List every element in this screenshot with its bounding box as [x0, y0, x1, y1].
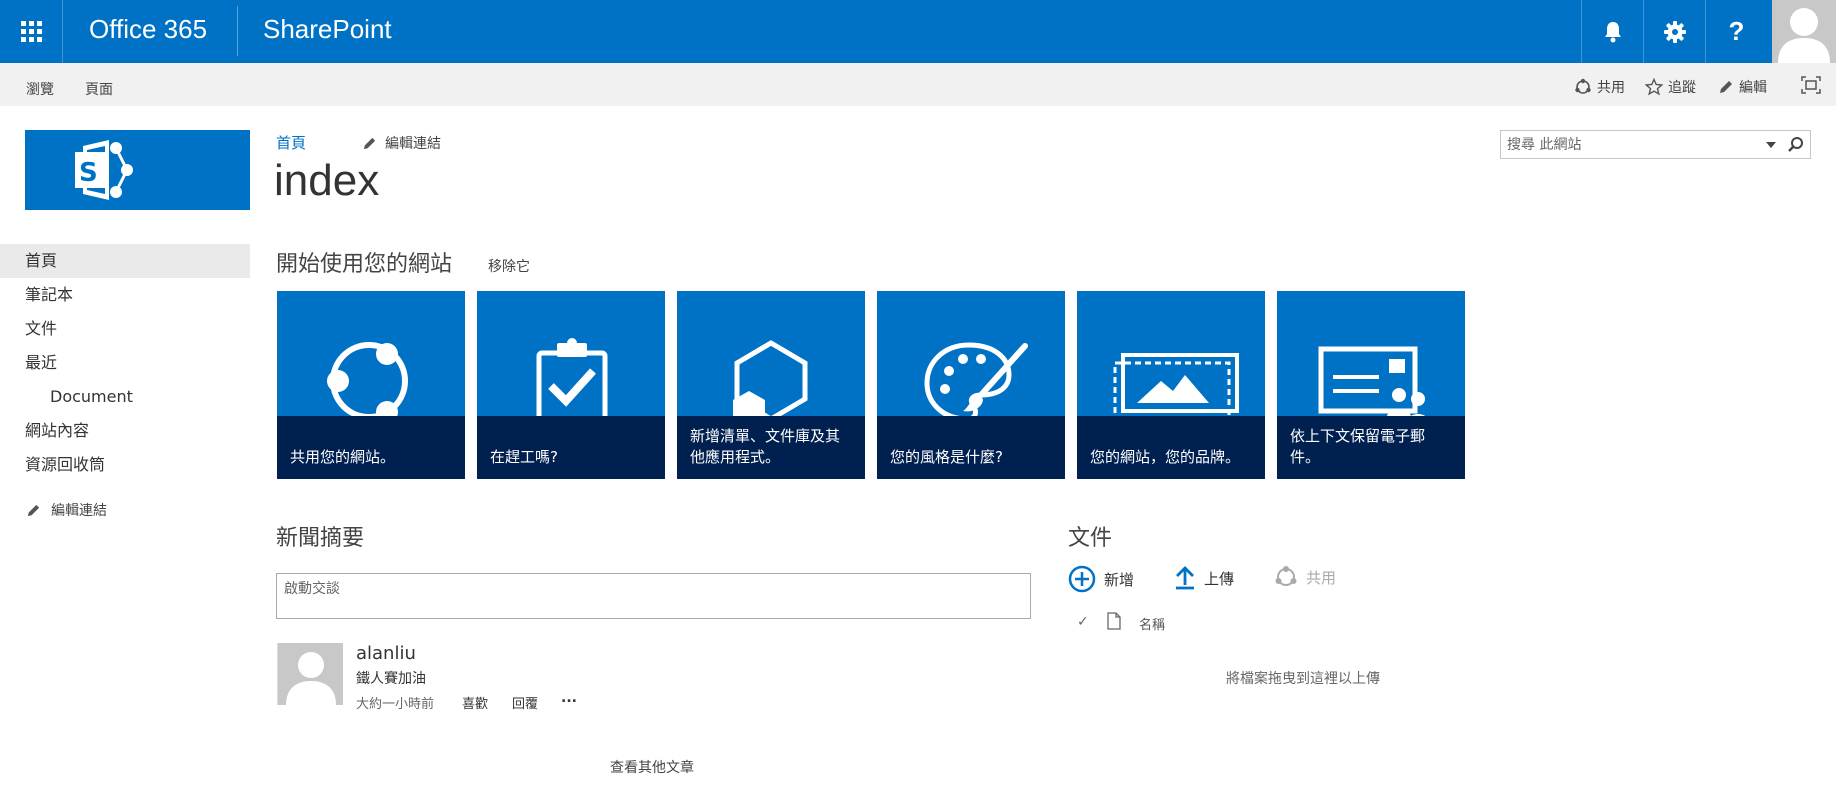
reply-link[interactable]: 回覆	[512, 693, 538, 712]
new-document-button[interactable]: 新增	[1068, 565, 1134, 593]
help-button[interactable]: ?	[1705, 0, 1767, 63]
suite-bar: Office 365 SharePoint ?	[0, 0, 1836, 63]
edit-page-button[interactable]: 編輯	[1718, 77, 1767, 97]
title-edit-links-label: 編輯連結	[385, 136, 441, 152]
column-header-name[interactable]: 名稱	[1139, 614, 1165, 633]
get-started-heading: 開始使用您的網站	[276, 252, 453, 277]
focus-icon	[1801, 76, 1821, 94]
upload-button[interactable]: 上傳	[1174, 565, 1234, 591]
share-document-button[interactable]: 共用	[1274, 565, 1336, 589]
pencil-icon	[27, 504, 40, 516]
page-title: index	[274, 156, 380, 205]
tile-whats-your-style[interactable]: 您的風格是什麼?	[877, 291, 1065, 479]
app-launcher-button[interactable]	[0, 0, 63, 63]
remove-get-started-link[interactable]: 移除它	[488, 256, 530, 276]
document-type-icon	[1107, 612, 1121, 630]
select-all-checkmark[interactable]: ✓	[1077, 614, 1089, 630]
start-conversation-input[interactable]: 啟動交談	[276, 573, 1031, 619]
star-icon	[1645, 78, 1663, 96]
breadcrumb-home-link[interactable]: 首頁	[276, 132, 306, 153]
search-icon[interactable]	[1787, 136, 1805, 154]
post-author[interactable]: alanliu	[356, 643, 416, 664]
tab-browse[interactable]: 瀏覽	[26, 79, 54, 99]
share-button[interactable]: 共用	[1574, 77, 1625, 97]
notifications-button[interactable]	[1581, 0, 1643, 63]
newsfeed-heading: 新聞摘要	[276, 526, 365, 551]
share-document-label: 共用	[1306, 568, 1337, 587]
avatar[interactable]	[277, 643, 343, 705]
edit-label: 編輯	[1739, 80, 1767, 96]
share-icon	[1275, 566, 1297, 586]
drag-drop-hint: 將檔案拖曳到這裡以上傳	[1226, 671, 1380, 687]
bell-icon	[1604, 21, 1621, 42]
help-icon: ?	[1728, 16, 1745, 46]
office-365-brand[interactable]: Office 365	[89, 14, 207, 45]
app-launcher-icon	[20, 21, 42, 42]
user-avatar[interactable]	[1772, 0, 1836, 63]
tile-working-on-deadline[interactable]: 在趕工嗎?	[477, 291, 665, 479]
tile-add-lists-libraries-apps-label: 新增清單、文件庫及其他應用程式。	[677, 416, 865, 479]
nav-item-document[interactable]: Document	[0, 380, 250, 414]
post-text: 鐵人賽加油	[356, 671, 426, 687]
upload-icon	[1176, 566, 1194, 590]
nav-edit-links-label: 編輯連結	[51, 503, 107, 519]
focus-content-button[interactable]	[1801, 76, 1821, 94]
settings-button[interactable]	[1643, 0, 1705, 63]
follow-label: 追蹤	[1668, 80, 1696, 96]
nav-item-home[interactable]: 首頁	[0, 244, 250, 278]
post-timestamp: 大約一小時前	[356, 697, 435, 712]
plus-circle-icon	[1068, 565, 1096, 593]
quick-launch: 首頁 筆記本 文件 最近 Document 網站內容 資源回收筒	[0, 244, 250, 482]
app-name[interactable]: SharePoint	[263, 14, 392, 45]
tile-keep-email-in-context-label: 依上下文保留電子郵件。	[1277, 416, 1465, 479]
tile-whats-your-style-label: 您的風格是什麼?	[877, 416, 1065, 479]
gear-icon	[1663, 20, 1686, 43]
tile-keep-email-in-context[interactable]: 依上下文保留電子郵件。	[1277, 291, 1465, 479]
share-icon	[1575, 78, 1591, 94]
pencil-icon	[1720, 81, 1732, 93]
nav-item-notebook[interactable]: 筆記本	[0, 278, 250, 312]
search-box	[1500, 130, 1811, 159]
tile-your-site-your-brand[interactable]: 您的網站，您的品牌。	[1077, 291, 1265, 479]
title-edit-links[interactable]: 編輯連結	[362, 133, 441, 153]
sharepoint-logo-icon: S	[75, 140, 133, 200]
nav-item-site-contents[interactable]: 網站內容	[0, 414, 250, 448]
nav-item-recycle-bin[interactable]: 資源回收筒	[0, 448, 250, 482]
more-options-button[interactable]: ...	[561, 690, 577, 706]
tile-working-on-deadline-label: 在趕工嗎?	[477, 416, 665, 479]
suite-bar-divider	[237, 6, 238, 56]
tile-add-lists-libraries-apps[interactable]: 新增清單、文件庫及其他應用程式。	[677, 291, 865, 479]
svg-text:S: S	[79, 158, 98, 188]
search-scope-dropdown[interactable]	[1766, 142, 1776, 148]
share-label: 共用	[1597, 80, 1625, 96]
new-label: 新增	[1104, 570, 1135, 589]
like-link[interactable]: 喜歡	[462, 693, 488, 712]
nav-edit-links[interactable]: 編輯連結	[26, 500, 107, 520]
tab-page[interactable]: 頁面	[85, 79, 113, 99]
follow-button[interactable]: 追蹤	[1645, 77, 1696, 97]
tile-share-site[interactable]: 共用您的網站。	[277, 291, 465, 479]
ribbon: 瀏覽 頁面 共用 追蹤 編輯	[0, 63, 1836, 106]
tile-your-site-your-brand-label: 您的網站，您的品牌。	[1077, 416, 1265, 479]
tile-share-site-label: 共用您的網站。	[277, 416, 465, 479]
upload-label: 上傳	[1204, 569, 1235, 588]
see-more-posts-link[interactable]: 查看其他文章	[610, 757, 694, 777]
search-input[interactable]	[1507, 135, 1757, 155]
nav-item-recent[interactable]: 最近	[0, 346, 250, 380]
pencil-icon	[363, 137, 376, 149]
nav-item-documents[interactable]: 文件	[0, 312, 250, 346]
documents-heading: 文件	[1068, 526, 1113, 551]
site-logo[interactable]: S	[25, 130, 250, 210]
